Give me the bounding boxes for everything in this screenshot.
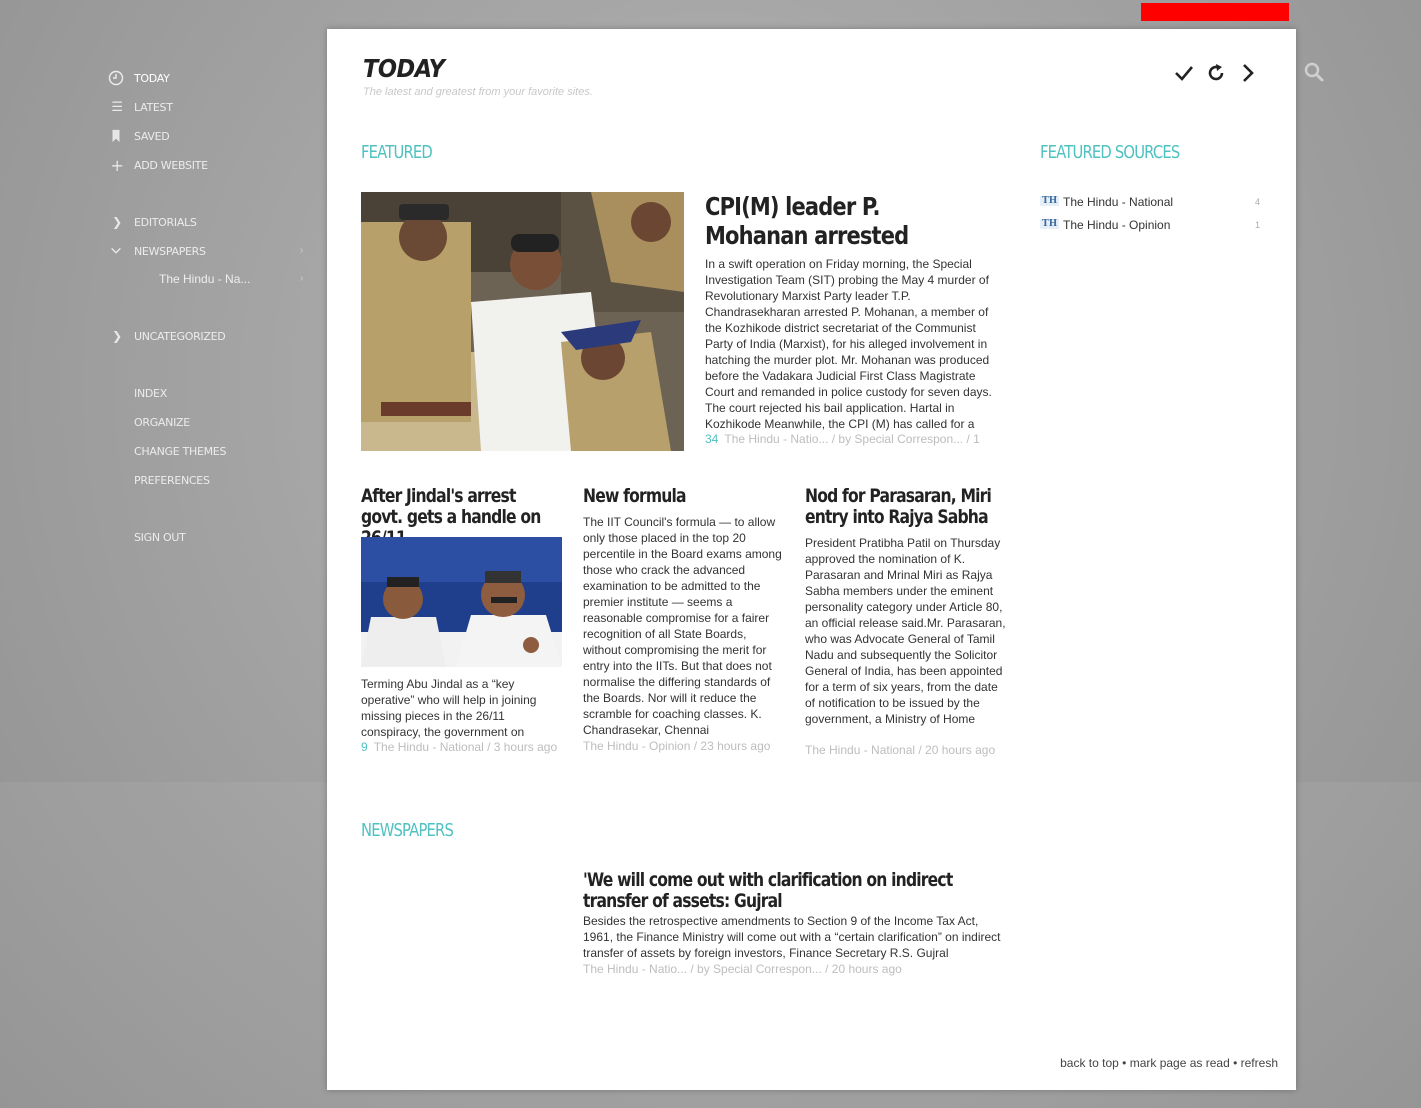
article-source-meta: The Hindu - National / 3 hours ago xyxy=(373,740,558,754)
back-to-top-link[interactable]: back to top xyxy=(1060,1056,1119,1070)
featured-article-meta: 34 The Hindu - Natio... / by Special Corr… xyxy=(705,432,980,446)
source-count: 1 xyxy=(1254,220,1260,230)
sidebar-item-organize[interactable]: ORGANIZE xyxy=(108,413,308,431)
article-summary: The IIT Council's formula — to allow onl… xyxy=(583,515,782,737)
article-meta: 9 The Hindu - National / 3 hours ago xyxy=(361,740,557,754)
chevron-right-icon: ❯ xyxy=(112,215,122,229)
sidebar-item-today[interactable]: TODAY xyxy=(108,69,308,87)
sidebar-item-newspapers[interactable]: NEWSPAPERS xyxy=(108,242,308,260)
sidebar-item-label: INDEX xyxy=(134,386,167,400)
article-meta: The Hindu - National / 20 hours ago xyxy=(805,743,996,757)
clock-icon xyxy=(108,70,124,86)
page-subtitle: The latest and greatest from your favori… xyxy=(363,86,593,98)
refresh-link[interactable]: refresh xyxy=(1241,1056,1278,1070)
refresh-icon[interactable] xyxy=(1205,62,1227,84)
sidebar-item-label: SIGN OUT xyxy=(134,530,186,544)
footer-links: back to top • mark page as read • refres… xyxy=(1060,1056,1278,1070)
sidebar-item-add-website[interactable]: + ADD WEBSITE xyxy=(108,155,308,175)
newspapers-collapse-arrow[interactable]: › xyxy=(300,245,303,256)
article-headline[interactable]: Nod for Parasaran, Miri entry into Rajya… xyxy=(805,486,1010,528)
mark-read-check-icon[interactable] xyxy=(1173,62,1195,84)
chevron-down-icon xyxy=(111,247,121,254)
footer-separator: • xyxy=(1118,1056,1130,1070)
sidebar-item-label: ORGANIZE xyxy=(134,415,190,429)
article-count[interactable]: 9 xyxy=(361,740,368,754)
next-chevron-icon[interactable] xyxy=(1237,62,1259,84)
section-featured-heading: FEATURED xyxy=(361,142,433,163)
page-title: TODAY xyxy=(363,54,445,83)
sidebar-item-label: SAVED xyxy=(134,129,170,143)
sidebar-item-label: LATEST xyxy=(134,100,173,114)
featured-source-row[interactable]: TH The Hindu - Opinion 1 xyxy=(1040,218,1260,234)
section-newspapers-heading: NEWSPAPERS xyxy=(361,820,454,841)
police-escort-photo xyxy=(361,192,684,451)
article-image[interactable] xyxy=(361,537,562,667)
article-headline[interactable]: New formula xyxy=(583,486,780,507)
sidebar-item-latest[interactable]: ☰ LATEST xyxy=(108,98,308,116)
bookmark-icon xyxy=(112,129,120,143)
sidebar-item-change-themes[interactable]: CHANGE THEMES xyxy=(108,442,308,460)
article-meta: The Hindu - Opinion / 23 hours ago xyxy=(583,739,771,753)
alert-bar xyxy=(1141,3,1289,21)
chevron-right-icon: ❯ xyxy=(112,329,122,343)
list-icon: ☰ xyxy=(111,99,123,115)
sidebar-item-label: NEWSPAPERS xyxy=(134,244,206,258)
article-count[interactable]: 34 xyxy=(705,432,718,446)
newspaper-article-meta: The Hindu - Natio... / by Special Corres… xyxy=(583,962,902,976)
footer-separator: • xyxy=(1229,1056,1241,1070)
sidebar-item-uncategorized[interactable]: ❯ UNCATEGORIZED xyxy=(108,327,308,345)
sidebar-item-editorials[interactable]: ❯ EDITORIALS xyxy=(108,213,308,231)
source-count: 4 xyxy=(1254,197,1260,207)
source-name: The Hindu - Opinion xyxy=(1063,218,1171,232)
sidebar-item-label: PREFERENCES xyxy=(134,473,210,487)
plus-icon: + xyxy=(110,155,124,175)
source-favicon: TH xyxy=(1040,219,1060,229)
search-icon[interactable] xyxy=(1304,62,1324,82)
sidebar-item-index[interactable]: INDEX xyxy=(108,384,308,402)
featured-article-summary: In a swift operation on Friday morning, … xyxy=(705,257,992,431)
sidebar-item-preferences[interactable]: PREFERENCES xyxy=(108,471,308,489)
sidebar-item-label: TODAY xyxy=(134,71,170,85)
sidebar-subitem-the-hindu-national[interactable]: The Hindu - Na... xyxy=(159,272,250,286)
newspaper-article-headline[interactable]: 'We will come out with clarification on … xyxy=(583,870,985,912)
article-source-meta: The Hindu - Natio... / by Special Corres… xyxy=(724,432,980,446)
sidebar-item-label: UNCATEGORIZED xyxy=(134,329,226,343)
main-panel: TODAY The latest and greatest from your … xyxy=(327,29,1296,1090)
source-name: The Hindu - National xyxy=(1063,195,1174,209)
newspaper-article-summary: Besides the retrospective amendments to … xyxy=(583,914,1001,960)
section-featured-sources-heading: FEATURED SOURCES xyxy=(1040,142,1180,163)
sidebar-item-label: CHANGE THEMES xyxy=(134,444,227,458)
mark-page-read-link[interactable]: mark page as read xyxy=(1130,1056,1230,1070)
featured-article-headline[interactable]: CPI(M) leader P. Mohanan arrested xyxy=(705,192,982,250)
source-favicon: TH xyxy=(1040,196,1060,206)
article-summary: Terming Abu Jindal as a “key operative” … xyxy=(361,677,537,739)
subitem-arrow[interactable]: › xyxy=(300,273,303,284)
officials-photo xyxy=(361,537,562,667)
sidebar-item-label: EDITORIALS xyxy=(134,215,197,229)
featured-source-row[interactable]: TH The Hindu - National 4 xyxy=(1040,195,1260,211)
sidebar-item-saved[interactable]: SAVED xyxy=(108,127,308,145)
featured-article-image[interactable] xyxy=(361,192,684,451)
sidebar-item-sign-out[interactable]: SIGN OUT xyxy=(108,528,308,546)
article-summary: President Pratibha Patil on Thursday app… xyxy=(805,536,1006,726)
sidebar-item-label: ADD WEBSITE xyxy=(134,158,208,172)
